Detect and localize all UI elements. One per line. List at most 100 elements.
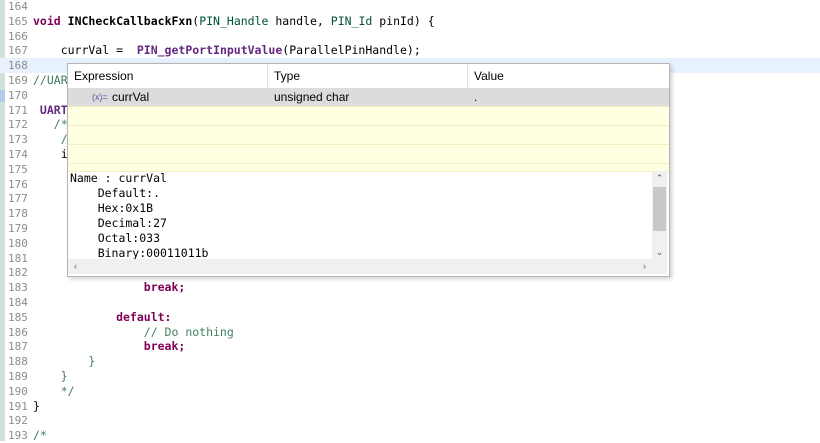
line-number: 165: [8, 14, 28, 28]
line-number: 177: [8, 192, 28, 206]
code-text[interactable]: // Do nothing: [33, 325, 234, 340]
line-number: 176: [8, 177, 28, 191]
code-line[interactable]: 187 break;: [0, 339, 820, 354]
scroll-left-icon[interactable]: ‹: [68, 259, 83, 273]
table-row-empty[interactable]: [68, 145, 669, 164]
code-token: (ParallelPinHandle);: [282, 43, 421, 58]
line-number: 186: [8, 325, 28, 339]
detail-vertical-scrollbar[interactable]: ⌃ ⌄: [652, 171, 667, 259]
line-number: 188: [8, 355, 28, 369]
code-line[interactable]: 192: [0, 413, 820, 428]
line-number: 174: [8, 148, 28, 161]
scroll-down-icon[interactable]: ⌄: [652, 245, 667, 259]
variable-icon: (x)=: [92, 92, 108, 102]
scrollbar-corner: [652, 259, 667, 274]
code-line[interactable]: 167 currVal = PIN_getPortInputValue(Para…: [0, 43, 820, 58]
code-line[interactable]: 189 }: [0, 369, 820, 384]
line-number: 169: [8, 74, 28, 87]
table-header: Expression Type Value: [68, 64, 669, 89]
code-token: PIN_Id: [330, 13, 373, 28]
code-token: pinId) {: [372, 13, 435, 28]
scrollbar-thumb[interactable]: [653, 187, 666, 231]
code-line[interactable]: 183 break;: [0, 280, 820, 295]
line-number: 180: [8, 236, 28, 250]
code-text[interactable]: /*: [33, 117, 68, 132]
code-text[interactable]: /: [33, 132, 68, 147]
code-text[interactable]: }: [33, 399, 40, 414]
code-line[interactable]: 164: [0, 0, 820, 14]
line-number: 167: [8, 44, 28, 58]
line-number: 166: [8, 29, 28, 43]
code-line[interactable]: 165 void INCheckCallbackFxn(PIN_Handle ha…: [0, 14, 820, 29]
code-text[interactable]: [33, 58, 61, 73]
code-text[interactable]: UART: [33, 103, 68, 118]
detail-line: Binary:00011011b: [70, 246, 209, 259]
line-number: 182: [8, 266, 28, 280]
line-number: 164: [8, 0, 28, 13]
code-token: // Do nothing: [33, 324, 234, 339]
code-text[interactable]: }: [33, 354, 95, 369]
code-line[interactable]: 190 */: [0, 384, 820, 399]
code-text[interactable]: }: [33, 369, 68, 384]
code-text[interactable]: i: [33, 147, 68, 162]
line-number: 178: [8, 207, 28, 221]
line-number: 187: [8, 340, 28, 354]
column-header-type[interactable]: Type: [268, 64, 300, 88]
code-token: void: [33, 13, 61, 28]
line-number: 192: [8, 414, 28, 428]
code-token: currVal =: [33, 43, 137, 58]
detail-line: Octal:033: [70, 231, 161, 245]
scroll-right-icon[interactable]: ›: [637, 259, 652, 273]
code-token: break;: [33, 339, 186, 354]
detail-horizontal-scrollbar[interactable]: ‹ ›: [68, 259, 652, 274]
detail-line: Name : currVal: [70, 171, 167, 185]
line-number: 183: [8, 281, 28, 295]
table-row-empty[interactable]: [68, 126, 669, 145]
code-token: INCheckCallbackFxn: [67, 13, 193, 28]
line-number: 168: [8, 59, 28, 73]
line-number: 175: [8, 162, 28, 176]
code-token: /*: [33, 428, 47, 443]
code-line[interactable]: 186 // Do nothing: [0, 325, 820, 340]
code-token: }: [33, 354, 96, 369]
line-number: 172: [8, 118, 28, 132]
detail-pane[interactable]: Name : currVal Default:. Hex:0x1B Decima…: [68, 171, 652, 259]
code-token: i: [33, 147, 68, 161]
table-row-empty[interactable]: [68, 107, 669, 126]
column-header-value[interactable]: Value: [468, 64, 504, 88]
expression-cell: currVal: [112, 90, 150, 104]
code-token: break;: [33, 280, 186, 295]
table-row[interactable]: (x)= currVal unsigned char .: [68, 88, 669, 107]
line-number: 181: [8, 251, 28, 265]
line-number: 170: [8, 88, 28, 102]
detail-line: Decimal:27: [70, 216, 167, 230]
code-text[interactable]: currVal = PIN_getPortInputValue(Parallel…: [33, 43, 421, 58]
expression-hover-popup[interactable]: Expression Type Value (x)= currVal unsig…: [67, 63, 670, 277]
code-text[interactable]: */: [33, 384, 75, 399]
code-text[interactable]: void INCheckCallbackFxn(PIN_Handle handl…: [33, 14, 435, 29]
code-token: /*: [33, 117, 68, 132]
code-token: handle,: [268, 13, 331, 28]
line-number: 191: [8, 399, 28, 413]
line-number: 189: [8, 370, 28, 383]
scroll-up-icon[interactable]: ⌃: [652, 171, 667, 185]
code-text[interactable]: break;: [33, 280, 186, 295]
code-line[interactable]: 184: [0, 295, 820, 310]
code-text[interactable]: default:: [33, 310, 171, 325]
code-token: UART: [33, 102, 68, 117]
code-token: /: [33, 132, 68, 147]
detail-line: Hex:0x1B: [70, 201, 154, 215]
code-line[interactable]: 188 }: [0, 354, 820, 369]
line-number: 179: [8, 222, 28, 235]
column-header-expression[interactable]: Expression: [68, 64, 133, 88]
line-number: 173: [8, 133, 28, 147]
code-text[interactable]: break;: [33, 339, 186, 354]
code-line[interactable]: 191}: [0, 399, 820, 414]
line-number: 171: [8, 103, 28, 117]
code-line[interactable]: 185 default:: [0, 310, 820, 325]
code-token: */: [33, 383, 75, 398]
code-line[interactable]: 166: [0, 29, 820, 44]
type-cell: unsigned char: [274, 90, 350, 104]
detail-line: Default:.: [70, 186, 161, 200]
